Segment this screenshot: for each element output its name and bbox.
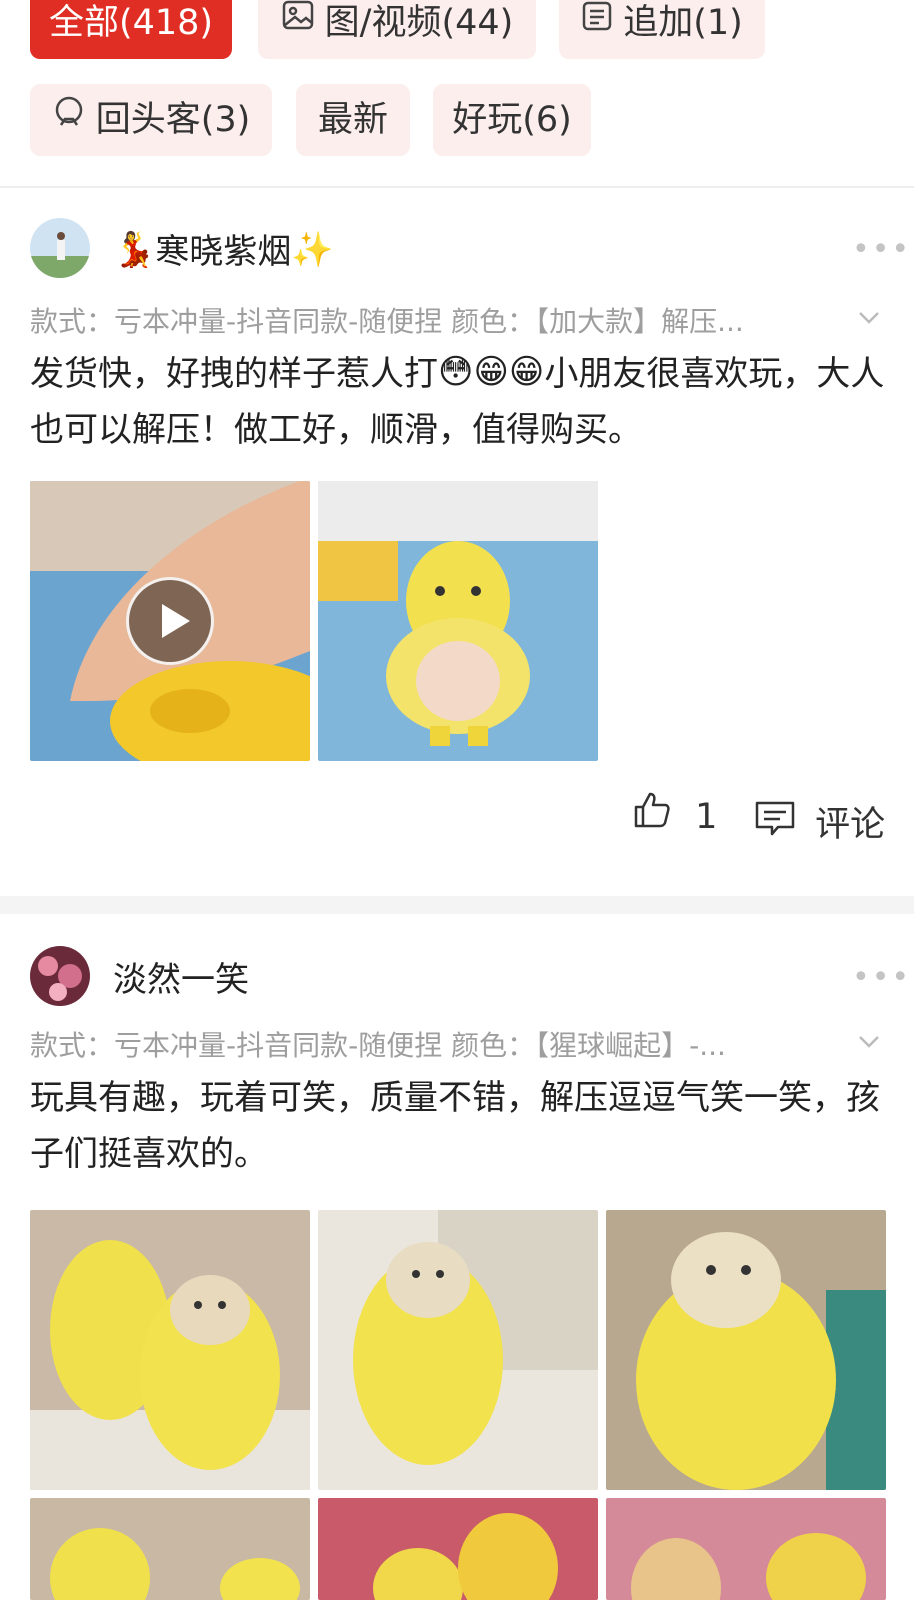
review-video-thumbnail[interactable] (30, 481, 310, 761)
review-card: 💃寒晓紫烟✨ ••• 款式：亏本冲量-抖音同款-随便捏 颜色：【加大款】解压..… (0, 188, 914, 896)
review-image[interactable] (606, 1210, 886, 1490)
avatar[interactable] (30, 946, 90, 1006)
review-image[interactable] (30, 1498, 310, 1600)
append-icon (581, 0, 613, 57)
comment-button[interactable]: 评论 (754, 796, 885, 848)
section-gap (0, 896, 914, 914)
review-image[interactable] (318, 481, 598, 761)
image-icon (281, 0, 315, 57)
like-button[interactable]: 1 (632, 792, 717, 839)
thumbs-up-icon (632, 790, 672, 839)
review-username[interactable]: 淡然一笑 (113, 952, 249, 1001)
dancer-emoji: 💃 (113, 229, 156, 270)
sparkles-emoji: ✨ (291, 229, 334, 270)
review-image[interactable] (30, 1210, 310, 1490)
filter-all[interactable]: 全部(418) (30, 0, 232, 59)
review-variant: 款式：亏本冲量-抖音同款-随便捏 颜色：【猩球崛起】-... (30, 1029, 726, 1062)
review-variant: 款式：亏本冲量-抖音同款-随便捏 颜色：【加大款】解压... (30, 305, 744, 338)
filter-repeat-customer[interactable]: 回头客(3) (30, 84, 272, 156)
review-content: 发货快，好拽的样子惹人打😳😁😁小朋友很喜欢玩，大人也可以解压！做工好，顺滑，值得… (30, 346, 885, 458)
play-icon[interactable] (126, 577, 214, 665)
grin-emoji: 😁 (508, 351, 545, 392)
more-options-icon[interactable]: ••• (852, 232, 911, 267)
grin-emoji: 😁 (473, 351, 509, 392)
filter-latest[interactable]: 最新 (296, 84, 410, 156)
flushed-emoji: 😳 (438, 351, 474, 392)
comment-icon (754, 799, 796, 848)
review-image[interactable] (318, 1498, 598, 1600)
repeat-customer-icon (52, 82, 86, 154)
review-filter-bar: 全部(418) 图/视频(44) 追加(1) 回头客(3) 最新 好玩(6) (0, 0, 914, 187)
chevron-down-icon[interactable] (858, 1030, 880, 1052)
more-options-icon[interactable]: ••• (852, 960, 911, 995)
chevron-down-icon[interactable] (858, 306, 880, 328)
review-image[interactable] (318, 1210, 598, 1490)
review-username[interactable]: 💃寒晓紫烟✨ (113, 224, 334, 273)
review-content: 玩具有趣，玩着可笑，质量不错，解压逗逗气笑一笑，孩子们挺喜欢的。 (30, 1078, 880, 1174)
filter-append[interactable]: 追加(1) (559, 0, 765, 59)
filter-fun[interactable]: 好玩(6) (433, 84, 591, 156)
review-image[interactable] (606, 1498, 886, 1600)
avatar[interactable] (30, 218, 90, 278)
filter-media[interactable]: 图/视频(44) (258, 0, 536, 59)
review-card: 淡然一笑 ••• 款式：亏本冲量-抖音同款-随便捏 颜色：【猩球崛起】-... … (0, 914, 914, 1600)
